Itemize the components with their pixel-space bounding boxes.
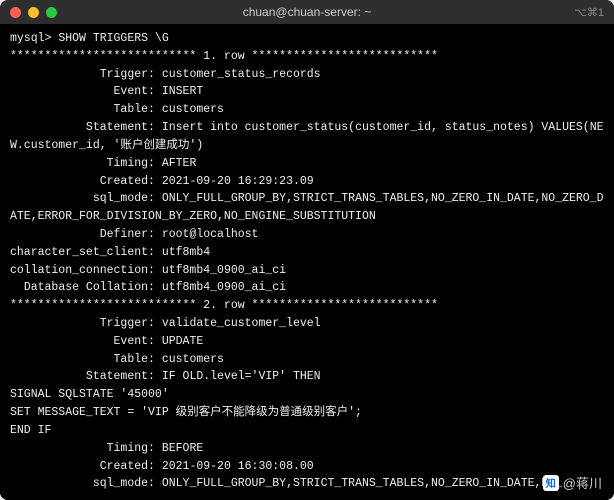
trigger-timing: BEFORE: [162, 442, 203, 455]
trigger-db-collation: utf8mb4_0900_ai_ci: [162, 281, 286, 294]
trigger-table: customers: [162, 103, 224, 116]
terminal-window: chuan@chuan-server: ~ ⌥⌘1 mysql> SHOW TR…: [0, 0, 614, 500]
trigger-name: validate_customer_level: [162, 317, 321, 330]
close-icon[interactable]: [10, 7, 21, 18]
window-title: chuan@chuan-server: ~: [0, 5, 614, 19]
minimize-icon[interactable]: [28, 7, 39, 18]
titlebar: chuan@chuan-server: ~ ⌥⌘1: [0, 0, 614, 24]
trigger-statement: Insert into customer_status(customer_id,…: [10, 121, 604, 152]
trigger-sqlmode: ONLY_FULL_GROUP_BY,STRICT_TRANS_TABLES,N…: [162, 477, 562, 490]
prompt: mysql>: [10, 32, 58, 45]
trigger-table: customers: [162, 353, 224, 366]
trigger-created: 2021-09-20 16:29:23.09: [162, 175, 314, 188]
trigger-name: customer_status_records: [162, 68, 321, 81]
trigger-statement: IF OLD.level='VIP' THEN SIGNAL SQLSTATE …: [10, 370, 362, 436]
trigger-charset: utf8mb4: [162, 246, 210, 259]
trigger-created: 2021-09-20 16:30:08.00: [162, 460, 314, 473]
row-separator: *************************** 2. row *****…: [10, 299, 438, 312]
row-separator: *************************** 1. row *****…: [10, 50, 438, 63]
terminal-output[interactable]: mysql> SHOW TRIGGERS \G ****************…: [0, 24, 614, 500]
trigger-definer: root@localhost: [162, 228, 259, 241]
trigger-event: UPDATE: [162, 335, 203, 348]
trigger-timing: AFTER: [162, 157, 197, 170]
trigger-collation-conn: utf8mb4_0900_ai_ci: [162, 264, 286, 277]
window-shortcut: ⌥⌘1: [574, 6, 604, 19]
maximize-icon[interactable]: [46, 7, 57, 18]
trigger-sqlmode: ONLY_FULL_GROUP_BY,STRICT_TRANS_TABLES,N…: [10, 192, 604, 223]
traffic-lights: [0, 7, 57, 18]
command: SHOW TRIGGERS \G: [58, 32, 168, 45]
trigger-event: INSERT: [162, 85, 203, 98]
